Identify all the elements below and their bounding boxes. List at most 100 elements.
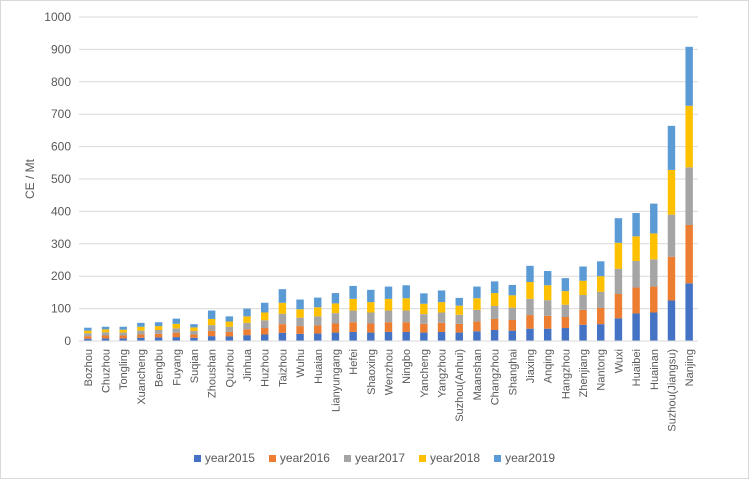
y-axis-title: CE / Mt [23, 158, 37, 199]
x-category-label: Maanshan [472, 349, 484, 400]
bar-segment-year2017 [490, 306, 499, 319]
bar-stacks [84, 46, 693, 341]
y-tick-label: 700 [51, 107, 71, 121]
x-category-label: Hangzhou [560, 349, 572, 399]
legend-swatch [343, 454, 351, 462]
y-tick-label: 600 [51, 140, 71, 154]
x-category-label: Zhoushan [207, 349, 219, 398]
bar-segment-year2015 [543, 328, 552, 341]
bar-segment-year2017 [367, 312, 375, 324]
x-category-label: Ningbo [401, 349, 413, 384]
bar-segment-year2015 [632, 313, 640, 341]
bar-segment-year2018 [207, 318, 216, 326]
bar-segment-year2018 [172, 323, 180, 329]
bar-stack [402, 285, 410, 341]
y-tick-label: 1000 [44, 10, 71, 24]
bar-segment-year2017 [614, 268, 623, 295]
bar-stack [437, 290, 446, 341]
bar-stack [278, 289, 287, 341]
bar-segment-year2015 [172, 337, 180, 341]
x-category-label: Shaoxing [366, 349, 378, 395]
bar-segment-year2019 [296, 299, 304, 310]
bar-segment-year2017 [278, 313, 287, 325]
bar-segment-year2015 [508, 330, 517, 341]
bar-stack [154, 322, 163, 341]
legend-label: year2018 [430, 451, 481, 465]
bar-segment-year2018 [243, 316, 251, 323]
bar-segment-year2015 [437, 331, 446, 341]
bar-segment-year2018 [490, 293, 499, 307]
bar-segment-year2016 [650, 286, 658, 313]
bar-segment-year2016 [367, 323, 375, 333]
legend-swatch [419, 454, 427, 462]
bar-segment-year2015 [207, 336, 216, 341]
bar-stack [561, 278, 570, 341]
bar-segment-year2017 [84, 333, 92, 337]
bar-segment-year2018 [154, 326, 163, 330]
bar-segment-year2018 [614, 242, 623, 269]
bar-segment-year2015 [384, 331, 393, 341]
bar-segment-year2017 [597, 291, 605, 308]
bar-segment-year2016 [473, 321, 481, 332]
bar-segment-year2018 [455, 305, 463, 315]
bar-segment-year2016 [296, 326, 304, 334]
bar-segment-year2016 [137, 334, 145, 338]
bar-segment-year2015 [278, 332, 287, 341]
bar-segment-year2017 [331, 313, 340, 324]
x-category-label: Wenzhou [384, 349, 396, 395]
bar-segment-year2016 [314, 325, 322, 334]
bar-segment-year2019 [597, 261, 605, 277]
bar-segment-year2019 [526, 265, 534, 283]
bar-segment-year2016 [349, 322, 357, 332]
bar-segment-year2018 [526, 282, 534, 299]
bar-segment-year2019 [84, 327, 92, 331]
bar-segment-year2017 [225, 326, 234, 332]
bar-segment-year2018 [632, 236, 640, 261]
legend-swatch [494, 454, 502, 462]
bar-segment-year2017 [172, 328, 180, 333]
bar-segment-year2015 [402, 331, 410, 341]
bar-stack [331, 293, 340, 341]
bar-segment-year2015 [561, 328, 570, 341]
bar-stack [473, 286, 481, 341]
bar-segment-year2016 [579, 309, 587, 325]
y-axis-ticks: 0 100 200 300 400 500 600 700 800 900 1000 [44, 10, 71, 348]
x-category-label: Yancheng [419, 349, 431, 398]
bar-segment-year2017 [632, 260, 640, 288]
y-tick-label: 800 [51, 75, 71, 89]
bar-segment-year2019 [455, 297, 463, 306]
legend-item-year2016: year2016 [268, 451, 330, 465]
bar-stack [190, 324, 198, 341]
bar-segment-year2017 [349, 310, 357, 323]
bar-segment-year2017 [402, 310, 410, 323]
bar-segment-year2016 [190, 334, 198, 338]
bar-segment-year2018 [650, 233, 658, 260]
x-category-label: Zhenjiang [578, 349, 590, 397]
x-category-label: Tongling [118, 349, 130, 390]
bar-segment-year2019 [331, 293, 340, 304]
bar-segment-year2016 [455, 323, 463, 333]
x-category-label: Bengbu [154, 349, 166, 387]
bar-segment-year2018 [119, 329, 127, 333]
bar-segment-year2017 [455, 314, 463, 324]
bar-segment-year2015 [579, 324, 587, 341]
bar-segment-year2019 [650, 203, 658, 234]
bar-segment-year2018 [667, 169, 676, 215]
bar-stack [225, 316, 234, 341]
bar-segment-year2018 [597, 276, 605, 292]
bar-segment-year2018 [101, 329, 110, 333]
bar-segment-year2017 [119, 332, 127, 336]
bar-segment-year2016 [207, 330, 216, 337]
bar-segment-year2017 [508, 307, 517, 320]
bar-stack [526, 265, 534, 341]
bar-segment-year2018 [84, 330, 92, 334]
bar-stack [172, 318, 180, 341]
x-category-label: Huainan [649, 349, 661, 390]
bar-segment-year2018 [508, 295, 517, 308]
bar-segment-year2019 [349, 285, 357, 299]
bar-segment-year2017 [650, 259, 658, 287]
bar-segment-year2018 [367, 302, 375, 313]
bar-segment-year2019 [154, 322, 163, 327]
x-category-label: Yangzhou [437, 349, 449, 398]
bar-stack [367, 289, 375, 341]
